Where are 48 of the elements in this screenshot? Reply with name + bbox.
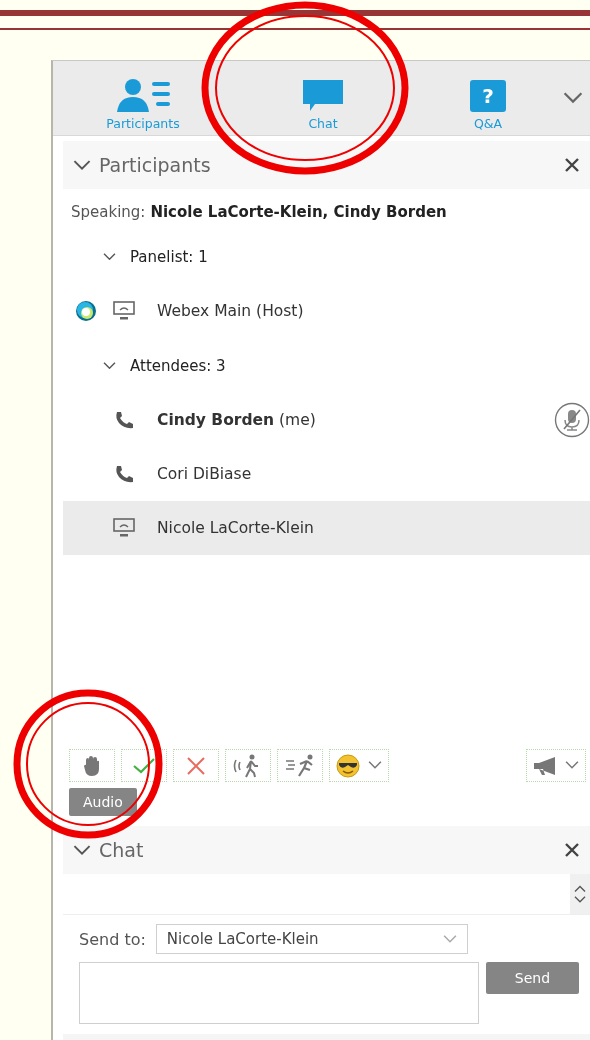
checkmark-icon [133,757,155,774]
phone-icon [114,464,134,484]
recipient-dropdown[interactable]: Nicole LaCorte-Klein [155,924,468,954]
speech-bubble-icon [303,80,343,112]
reaction-button[interactable] [329,749,389,782]
broadcast-button[interactable] [526,749,586,782]
speaking-names: Nicole LaCorte-Klein, Cindy Borden [150,203,447,223]
section-title: Participants [99,154,212,176]
computer-icon [113,301,135,321]
people-list-icon [114,78,172,112]
sunglasses-emoji-icon [336,753,360,778]
muted-microphone-icon[interactable] [554,402,590,438]
running-person-icon [285,753,315,778]
group-label[interactable]: Attendees: 3 [130,356,226,375]
scroll-up-icon [574,884,586,892]
cross-icon [186,755,206,776]
chevron-down-icon [565,761,579,770]
participant-name: Nicole LaCorte-Klein [157,519,315,537]
hand-icon [83,755,101,776]
participant-name: Webex Main (Host) [157,302,305,320]
close-icon [564,157,580,173]
participant-name: Cindy Borden (me) [157,411,317,429]
more-chevron-icon [563,92,583,104]
tooltip: Audio [69,788,137,816]
send-button[interactable]: Send [486,962,579,994]
close-button[interactable] [564,842,580,858]
chevron-down-icon [442,934,457,944]
chevron-down-icon [368,761,382,770]
close-icon [564,842,580,858]
participant-row[interactable]: Webex Main (Host) [63,284,590,338]
scroll-down-icon [574,896,586,904]
participant-name: Cori DiBiase [157,465,253,483]
participant-row[interactable]: Cori DiBiase [63,447,590,501]
phone-icon [114,410,134,430]
close-button[interactable] [564,157,580,173]
send-to-label: Send to: [79,929,146,949]
scrollbar[interactable] [570,874,590,914]
chat-header[interactable]: Chat [63,826,590,874]
participants-header[interactable]: Participants [63,141,590,189]
group-label[interactable]: Panelist: 1 [130,247,208,266]
computer-icon [113,518,135,538]
megaphone-icon [533,756,557,775]
question-mark-icon: ? [470,80,506,112]
speaking-label: Speaking: [71,203,146,223]
participant-row[interactable]: Nicole LaCorte-Klein [63,501,590,555]
message-input[interactable] [79,962,479,1024]
participant-row[interactable]: Cindy Borden (me) [63,393,590,447]
section-title: Chat [99,839,145,861]
